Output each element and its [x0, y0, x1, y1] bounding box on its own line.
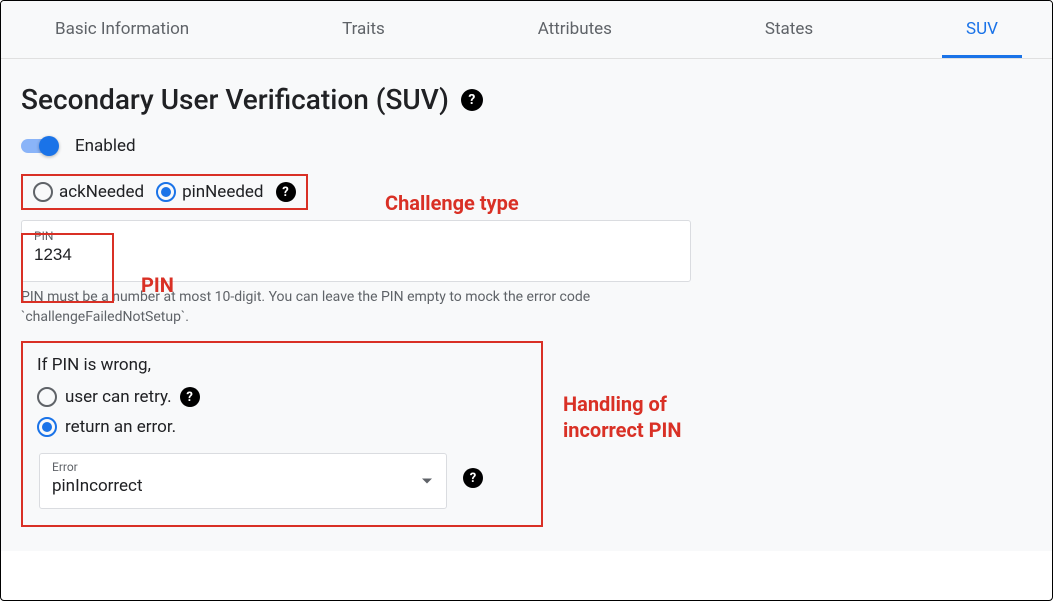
challenge-type-group: ackNeeded pinNeeded ?	[21, 174, 308, 210]
help-icon[interactable]: ?	[461, 89, 483, 111]
pin-input[interactable]	[34, 245, 678, 265]
tab-bar: Basic Information Traits Attributes Stat…	[1, 1, 1052, 59]
annotation-challenge-type: Challenge type	[385, 191, 519, 215]
radio-return-error-label: return an error.	[65, 417, 176, 437]
radio-pinneeded-label: pinNeeded	[182, 182, 263, 202]
radio-pinneeded[interactable]	[156, 182, 176, 202]
enabled-toggle-label: Enabled	[75, 136, 136, 156]
help-icon[interactable]: ?	[463, 468, 483, 488]
tab-states[interactable]: States	[741, 1, 837, 58]
pin-hint-text: PIN must be a number at most 10-digit. Y…	[21, 288, 681, 327]
chevron-down-icon	[422, 479, 432, 484]
radio-user-can-retry[interactable]	[37, 387, 57, 407]
page-title: Secondary User Verification (SUV)	[21, 83, 449, 116]
tab-attributes[interactable]: Attributes	[514, 1, 636, 58]
tab-basic-information[interactable]: Basic Information	[31, 1, 213, 58]
tab-traits[interactable]: Traits	[318, 1, 409, 58]
help-icon[interactable]: ?	[276, 182, 296, 202]
radio-return-error[interactable]	[37, 417, 57, 437]
radio-ackneeded-label: ackNeeded	[59, 182, 144, 202]
error-select-label: Error	[52, 460, 434, 474]
annotation-pin: PIN	[141, 273, 174, 297]
tab-suv[interactable]: SUV	[942, 1, 1022, 58]
pin-field-label: PIN	[34, 229, 678, 243]
wrong-pin-section: If PIN is wrong, user can retry. ? retur…	[21, 341, 543, 527]
error-select[interactable]: Error pinIncorrect	[39, 453, 447, 509]
pin-field[interactable]: PIN	[21, 220, 691, 282]
error-select-value: pinIncorrect	[52, 476, 434, 496]
content-area: Secondary User Verification (SUV) ? Enab…	[1, 59, 1052, 551]
enabled-toggle[interactable]	[21, 136, 65, 156]
radio-ackneeded[interactable]	[33, 182, 53, 202]
wrong-pin-title: If PIN is wrong,	[37, 355, 527, 375]
annotation-incorrect-pin: Handling of incorrect PIN	[563, 391, 682, 443]
help-icon[interactable]: ?	[180, 387, 200, 407]
radio-user-can-retry-label: user can retry.	[65, 387, 172, 407]
